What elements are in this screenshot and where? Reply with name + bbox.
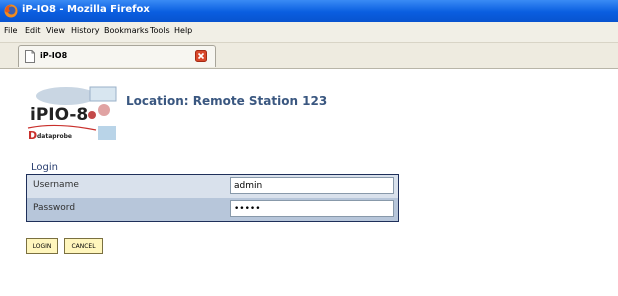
cancel-button[interactable]: CANCEL [64,238,103,254]
window-titlebar: iP-IO8 - Mozilla Firefox [0,0,618,22]
firefox-icon [4,4,18,18]
menu-view[interactable]: View [46,26,65,35]
menu-edit[interactable]: Edit [25,26,41,35]
password-input[interactable] [230,200,394,217]
close-tab-icon[interactable] [195,50,207,62]
menu-tools[interactable]: Tools [150,26,170,35]
password-row: Password [27,198,398,221]
svg-text:D: D [28,129,37,142]
login-form: Username Password [26,174,399,222]
menu-bookmarks[interactable]: Bookmarks [104,26,149,35]
username-input[interactable] [230,177,394,194]
location-heading: Location: Remote Station 123 [126,94,328,108]
window-title: iP-IO8 - Mozilla Firefox [22,4,150,15]
username-row: Username [27,175,398,198]
menu-help[interactable]: Help [174,26,192,35]
svg-text:iPIO-8: iPIO-8 [30,105,88,125]
tab-iptio8[interactable]: iP-IO8 [18,45,216,67]
menu-file[interactable]: File [4,26,17,35]
username-label: Username [33,180,79,190]
menu-history[interactable]: History [71,26,99,35]
password-label: Password [33,203,76,213]
tab-strip: iP-IO8 [0,43,618,69]
menu-bar: File Edit View History Bookmarks Tools H… [0,22,618,43]
tab-label: iP-IO8 [40,51,68,60]
login-title: Login [31,162,58,173]
login-button[interactable]: LOGIN [26,238,58,254]
page-icon [25,50,35,63]
ipio8-logo: iPIO-8 D dataprobe [27,86,117,142]
page-content: iPIO-8 D dataprobe Location: Remote Stat… [0,69,618,296]
svg-text:dataprobe: dataprobe [37,133,72,140]
